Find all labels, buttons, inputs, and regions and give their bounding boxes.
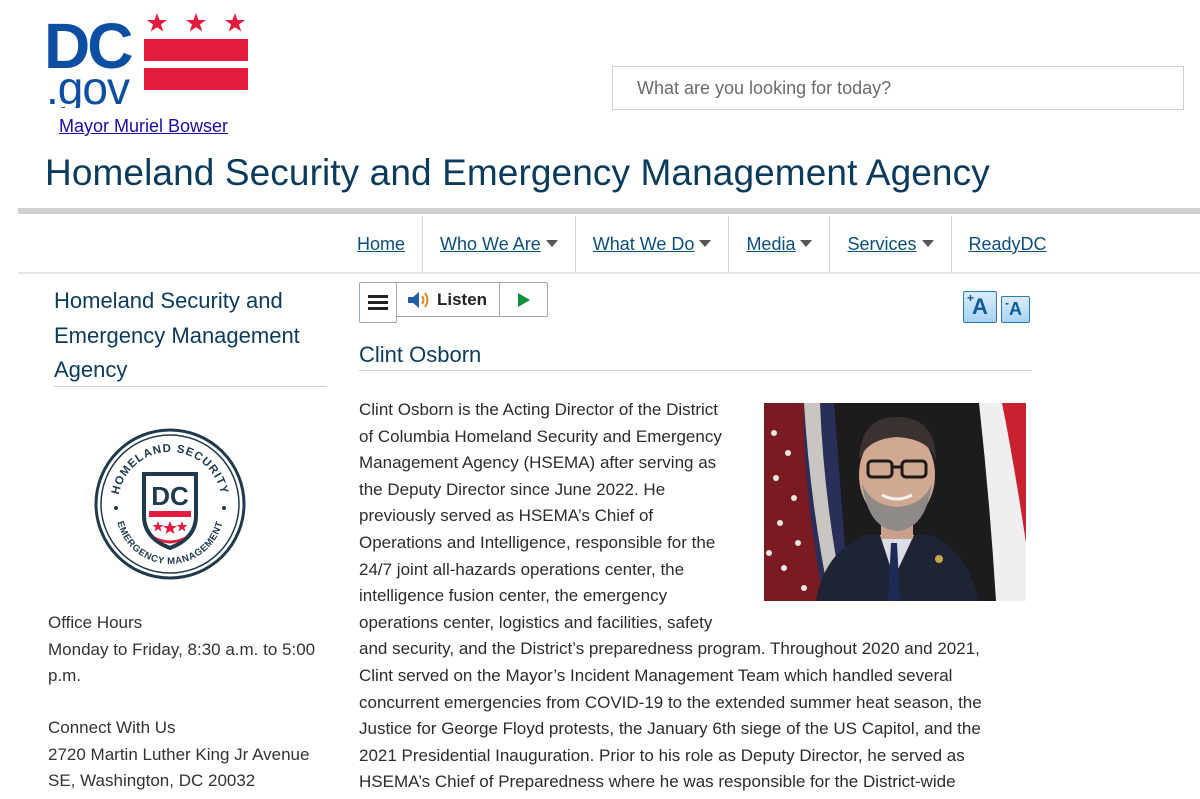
bio-line: operations center, logistics and facilit… [359, 612, 713, 632]
readspeaker-toolbar: Listen [359, 282, 549, 323]
bio-line: Operations and Intelligence, responsible… [359, 532, 716, 552]
caret-down-icon[interactable] [921, 239, 934, 247]
bio-narrow-block: Clint Osborn is the Acting Director of t… [359, 397, 751, 636]
listen-button[interactable]: Listen [397, 283, 501, 316]
logo-gov-text: .gov [46, 62, 130, 108]
sidebar-title[interactable]: Homeland Security and Emergency Manageme… [54, 284, 334, 388]
bio-line: the Deputy Director since June 2022. He [359, 479, 666, 499]
dc-flag-icon [144, 13, 248, 90]
font-size-controls: + A - A [963, 291, 1030, 323]
content-title: Clint Osborn [359, 342, 482, 367]
listen-label[interactable]: Listen [437, 290, 487, 310]
nav-label[interactable]: Home [357, 234, 405, 255]
hsema-seal-logo: HOMELAND SECURITY EMERGENCY MANAGEMENT D… [94, 428, 246, 580]
office-hours-text: Monday to Friday, 8:30 a.m. to 5:00 p.m. [48, 639, 316, 686]
nav-divider [18, 272, 1200, 274]
bio-line: Clint Osborn is the Acting Director of t… [359, 400, 719, 419]
nav-label[interactable]: Services [847, 234, 916, 255]
nav-label[interactable]: What We Do [593, 234, 695, 255]
bio-line: and security, and the District’s prepare… [359, 639, 980, 659]
connect-address: 2720 Martin Luther King Jr Avenue SE, Wa… [48, 744, 310, 791]
font-decrease-button[interactable]: - A [1001, 296, 1030, 323]
seal-center-text: DC [151, 481, 189, 511]
font-increase-button[interactable]: + A [963, 291, 997, 323]
mayor-link[interactable]: Mayor Muriel Bowser [59, 116, 228, 137]
dc-gov-logo[interactable]: DC .gov [44, 8, 254, 108]
office-hours-heading: Office Hours [48, 613, 143, 632]
nav-item-home[interactable]: Home [340, 216, 424, 272]
connect-with-us: Connect With Us 2720 Martin Luther King … [48, 715, 338, 795]
nav-item-media[interactable]: Media [729, 216, 831, 272]
plus-icon: + [967, 291, 975, 305]
site-search[interactable] [612, 66, 1184, 110]
nav-label[interactable]: ReadyDC [969, 234, 1047, 255]
bio-line: intelligence fusion center, the emergenc… [359, 586, 668, 606]
menu-icon-bar [368, 307, 388, 310]
bio-line: previously served as HSEMA’s Chief of [359, 506, 654, 526]
caret-down-icon[interactable] [545, 239, 558, 247]
content-title-divider [359, 370, 1032, 371]
main-nav: Home Who We Are What We Do Media Service… [340, 216, 1064, 272]
nav-item-what-we-do[interactable]: What We Do [576, 216, 730, 272]
search-input[interactable] [613, 67, 1183, 109]
bio-line: concurrent emergencies from COVID-19 to … [359, 692, 982, 712]
play-button[interactable] [500, 283, 547, 316]
nav-label[interactable]: Who We Are [440, 234, 541, 255]
nav-item-readydc[interactable]: ReadyDC [952, 216, 1064, 272]
bio-line: HSEMA’s Chief of Preparedness where he w… [359, 772, 956, 792]
bio-text: Clint Osborn is the Acting Director of t… [359, 397, 1025, 796]
nav-item-who-we-are[interactable]: Who We Are [423, 216, 576, 272]
connect-heading: Connect With Us [48, 718, 176, 737]
bio-line: 24/7 joint all-hazards operations center… [359, 559, 685, 579]
office-hours: Office Hours Monday to Friday, 8:30 a.m.… [48, 610, 338, 690]
caret-down-icon[interactable] [800, 239, 813, 247]
bio-line: Justice for George Floyd protests, the J… [359, 719, 981, 739]
font-increase-label: A [972, 294, 988, 319]
speaker-icon [408, 291, 429, 308]
play-icon [517, 292, 530, 307]
page-title: Homeland Security and Emergency Manageme… [45, 152, 990, 193]
nav-item-services[interactable]: Services [830, 216, 952, 272]
minus-icon: - [1005, 296, 1009, 310]
sidebar-divider [54, 386, 327, 387]
bio-line: of Columbia Homeland Security and Emerge… [359, 426, 722, 446]
header-divider [18, 208, 1200, 214]
menu-icon-bar [368, 301, 388, 304]
bio-line: Management Agency (HSEMA) after serving … [359, 453, 717, 473]
caret-down-icon[interactable] [699, 239, 712, 247]
listen-menu-button[interactable] [359, 282, 397, 323]
font-decrease-label: A [1009, 299, 1022, 319]
bio-line: Clint served on the Mayor’s Incident Man… [359, 665, 953, 685]
bio-wide-block: and security, and the District’s prepare… [359, 636, 1025, 796]
nav-label[interactable]: Media [746, 234, 795, 255]
bio-line: 2021 Presidential Inauguration. Prior to… [359, 745, 965, 765]
menu-icon-bar [368, 295, 388, 298]
